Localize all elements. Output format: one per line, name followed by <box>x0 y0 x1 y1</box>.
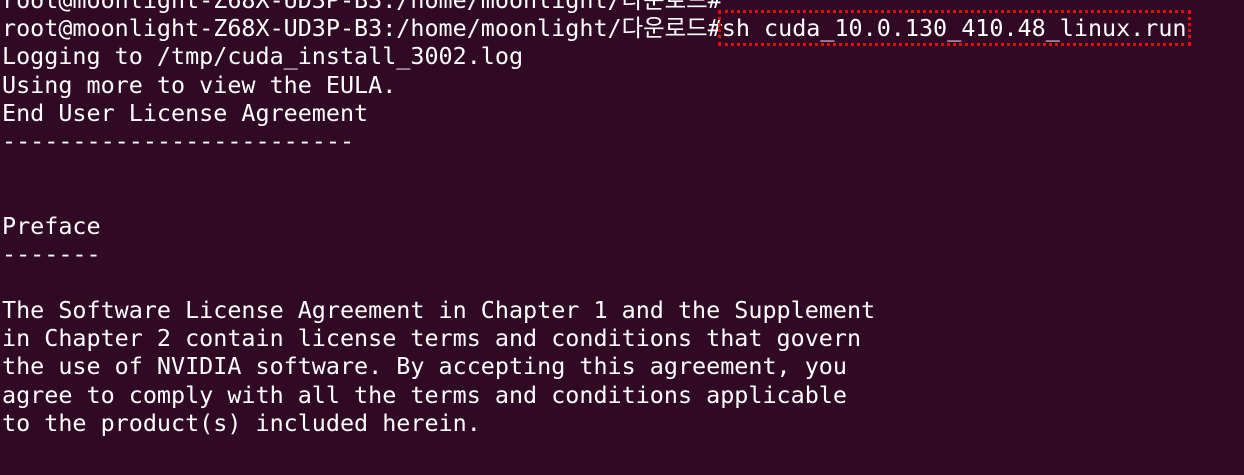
command-line: root@moonlight-Z68X-UD3P-B3:/home/moonli… <box>2 10 1244 47</box>
terminal-line: in Chapter 2 contain license terms and c… <box>2 324 862 353</box>
terminal-line: agree to comply with all the terms and c… <box>2 380 847 409</box>
terminal-line: to the product(s) included herein. <box>2 408 481 437</box>
terminal-line: End User License Agreement <box>2 98 369 127</box>
terminal-window[interactable]: root@moonlight-Z68X-UD3P-B3:/home/moonli… <box>0 0 1244 475</box>
terminal-line: the use of NVIDIA software. By accepting… <box>2 352 847 381</box>
terminal-line: ------------------------- <box>2 126 355 155</box>
terminal-line: root@moonlight-Z68X-UD3P-B3:/home/moonli… <box>2 0 722 14</box>
terminal-line: Preface <box>2 211 101 240</box>
highlighted-command: sh cuda_10.0.130_410.48_linux.run <box>717 10 1191 47</box>
terminal-line: Using more to view the EULA. <box>2 70 397 99</box>
prompt: root@moonlight-Z68X-UD3P-B3:/home/moonli… <box>2 14 722 43</box>
terminal-line: The Software License Agreement in Chapte… <box>2 296 876 325</box>
terminal-line: Logging to /tmp/cuda_install_3002.log <box>2 42 524 71</box>
terminal-line: ------- <box>2 239 101 268</box>
